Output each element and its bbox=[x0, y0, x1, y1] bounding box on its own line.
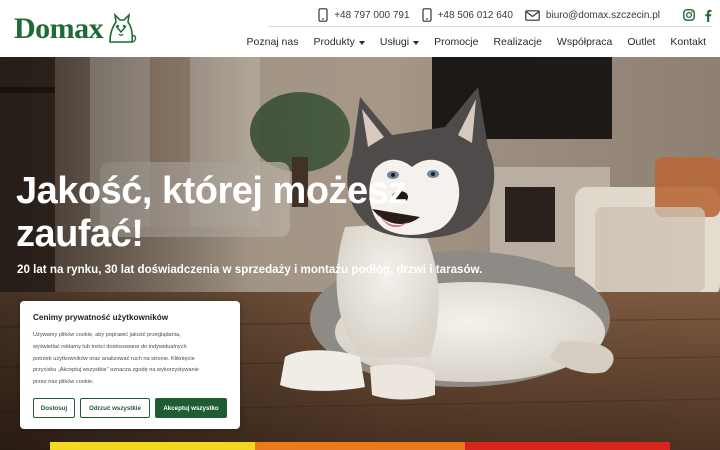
contact-email[interactable]: biuro@domax.szczecin.pl bbox=[525, 10, 660, 21]
contact-phone-2[interactable]: +48 506 012 640 bbox=[421, 8, 513, 22]
reject-all-button[interactable]: Odrzuć wszystkie bbox=[80, 398, 150, 418]
hero-title-line-1: Jakość, której możesz bbox=[16, 170, 407, 212]
facebook-link[interactable] bbox=[704, 9, 712, 22]
instagram-icon bbox=[683, 9, 695, 21]
nav-item-poznaj-nas[interactable]: Poznaj nas bbox=[247, 36, 299, 48]
phone-2-label: +48 506 012 640 bbox=[437, 9, 513, 21]
cookie-text-line: wyświetlać reklamy lub treści dostosowan… bbox=[33, 343, 187, 350]
cookie-text-line: potrzeb użytkowników oraz analizować ruc… bbox=[33, 355, 195, 362]
customize-button[interactable]: Dostosuj bbox=[33, 398, 75, 418]
nav-item-uslugi[interactable]: Usługi bbox=[379, 36, 420, 48]
contact-bar: +48 797 000 791 +48 506 012 640 biuro@do… bbox=[268, 4, 712, 27]
husky-logo-icon bbox=[109, 12, 137, 43]
nav-label: Usługi bbox=[379, 36, 410, 48]
caret-down-icon bbox=[358, 40, 365, 45]
cookie-text-line: przez nas plików cookie. bbox=[33, 379, 94, 386]
stripe-red bbox=[465, 442, 670, 450]
mail-icon bbox=[525, 9, 540, 21]
main-nav: Poznaj nas Produkty Usługi Promocje Real… bbox=[232, 34, 706, 50]
nav-item-kontakt[interactable]: Kontakt bbox=[670, 36, 706, 48]
nav-label: Produkty bbox=[313, 36, 355, 48]
stripe-orange bbox=[255, 442, 465, 450]
nav-item-realizacje[interactable]: Realizacje bbox=[493, 36, 541, 48]
phone-icon bbox=[318, 8, 328, 22]
instagram-link[interactable] bbox=[683, 9, 695, 21]
hero-title-line-2: zaufać! bbox=[16, 213, 144, 255]
caret-down-icon bbox=[413, 40, 420, 45]
cookie-buttons: Dostosuj Odrzuć wszystkie Akceptuj wszys… bbox=[33, 398, 227, 418]
cookie-description: Używamy plików cookie, aby poprawić jako… bbox=[33, 330, 227, 389]
nav-label: Outlet bbox=[627, 36, 656, 48]
logo[interactable]: Domax bbox=[14, 10, 174, 48]
nav-label: Współpraca bbox=[556, 36, 613, 48]
stripe-yellow bbox=[50, 442, 255, 450]
accept-all-button[interactable]: Akceptuj wszystko bbox=[155, 398, 227, 418]
nav-item-produkty[interactable]: Produkty bbox=[313, 36, 365, 48]
hero-subtitle: 20 lat na rynku, 30 lat doświadczenia w … bbox=[17, 263, 483, 276]
nav-item-promocje[interactable]: Promocje bbox=[434, 36, 478, 48]
nav-item-outlet[interactable]: Outlet bbox=[627, 36, 655, 48]
phone-icon bbox=[421, 8, 432, 22]
hero-title: Jakość, której możesz zaufać! bbox=[16, 170, 436, 256]
contact-phone-1[interactable]: +48 797 000 791 bbox=[318, 8, 410, 22]
cookie-text-line: Używamy plików cookie, aby poprawić jako… bbox=[33, 332, 181, 338]
facebook-icon bbox=[705, 9, 712, 22]
cookie-text-line: przycisku „Akceptuj wszystkie” oznacza z… bbox=[33, 367, 200, 374]
nav-item-wspolpraca[interactable]: Współpraca bbox=[557, 36, 612, 48]
phone-1-label: +48 797 000 791 bbox=[334, 9, 410, 21]
cookie-consent-banner: Cenimy prywatność użytkowników Używamy p… bbox=[20, 301, 240, 429]
nav-label: Kontakt bbox=[670, 36, 706, 48]
nav-label: Poznaj nas bbox=[246, 36, 299, 48]
social-links bbox=[674, 9, 712, 22]
site-header: Domax +48 797 000 791 +48 506 012 640 bi… bbox=[0, 0, 720, 57]
email-label: biuro@domax.szczecin.pl bbox=[545, 9, 660, 21]
nav-label: Realizacje bbox=[493, 36, 542, 48]
logo-text: Domax bbox=[14, 12, 104, 45]
cookie-title: Cenimy prywatność użytkowników bbox=[33, 313, 169, 322]
nav-label: Promocje bbox=[434, 36, 479, 48]
